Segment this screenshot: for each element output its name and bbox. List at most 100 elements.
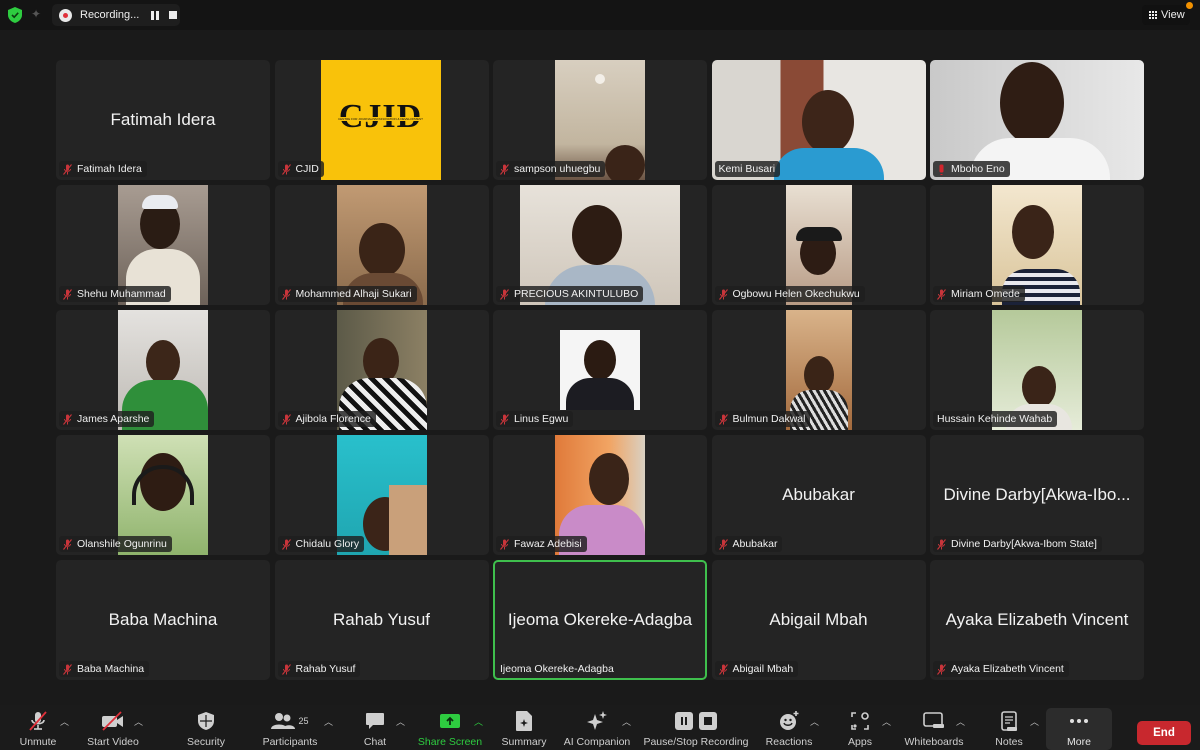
- unmute-button[interactable]: Unmute: [12, 705, 64, 750]
- participant-tile[interactable]: Ayaka Elizabeth Vincent Ayaka Elizabeth …: [930, 560, 1144, 680]
- mic-muted-icon: [718, 663, 728, 675]
- chat-options-caret[interactable]: ︿: [396, 715, 405, 728]
- participant-tile[interactable]: Bulmun Dakwal: [711, 310, 926, 430]
- notification-dot: [1186, 2, 1193, 9]
- reactions-options-caret[interactable]: ︿: [810, 715, 819, 728]
- apps-button[interactable]: Apps: [842, 705, 878, 750]
- more-dots-icon: [1069, 710, 1089, 732]
- participant-video: [560, 330, 640, 410]
- mic-muted-icon: [718, 288, 728, 300]
- video-options-caret[interactable]: ︿: [134, 715, 143, 728]
- grid-view-icon: [1148, 11, 1157, 20]
- participant-display-name: Abubakar: [782, 485, 855, 504]
- participant-tile[interactable]: Shehu Muhammad: [56, 185, 270, 305]
- participant-tile[interactable]: Mohammed Alhaji Sukari: [274, 185, 489, 305]
- mic-muted-icon: [937, 288, 946, 300]
- mic-muted-icon: [281, 288, 291, 300]
- participant-tile[interactable]: Linus Egwu: [493, 310, 707, 430]
- participant-display-name: Baba Machina: [108, 610, 218, 629]
- participant-name-label: Fatimah Idera: [59, 161, 147, 177]
- security-button[interactable]: Security: [180, 705, 232, 750]
- stop-recording-button[interactable]: [169, 11, 178, 19]
- participant-tile[interactable]: Ajibola Florence: [274, 310, 489, 430]
- mic-muted-icon: [718, 538, 728, 550]
- pause-stop-recording-button[interactable]: Pause/Stop Recording: [642, 705, 750, 750]
- share-options-caret[interactable]: ︿: [474, 715, 483, 728]
- ai-sparkle-icon[interactable]: ✦: [31, 8, 43, 20]
- mic-muted-icon: [63, 288, 72, 300]
- participant-name-label: Ayaka Elizabeth Vincent: [933, 661, 1069, 677]
- mic-muted-icon: [63, 538, 72, 550]
- participant-tile[interactable]: Miriam Omede: [930, 185, 1144, 305]
- participant-tile[interactable]: Mboho Eno: [930, 60, 1144, 180]
- notes-button[interactable]: Notes: [990, 705, 1028, 750]
- participant-tile[interactable]: Kemi Busari: [711, 60, 926, 180]
- participant-tile[interactable]: PRECIOUS AKINTULUBO: [493, 185, 707, 305]
- whiteboards-options-caret[interactable]: ︿: [956, 715, 965, 728]
- participants-options-caret[interactable]: ︿: [324, 715, 333, 728]
- reactions-button[interactable]: Reactions: [764, 705, 814, 750]
- encryption-shield-icon[interactable]: [8, 7, 22, 23]
- recording-indicator: Recording...: [52, 4, 180, 26]
- participant-name-label: Kemi Busari: [714, 161, 781, 177]
- summary-button[interactable]: Summary: [498, 705, 550, 750]
- participant-tile[interactable]: Abigail Mbah Abigail Mbah: [711, 560, 926, 680]
- participant-tile[interactable]: Hussain Kehinde Wahab: [930, 310, 1144, 430]
- participant-tile[interactable]: Olanshile Ogunrinu: [56, 435, 270, 555]
- mic-muted-icon: [500, 413, 509, 425]
- mic-muted-icon: [281, 413, 291, 425]
- more-button[interactable]: More: [1054, 705, 1104, 750]
- meeting-toolbar: Unmute ︿ Start Video ︿ Security 25 Parti…: [0, 705, 1200, 750]
- participant-display-name: Rahab Yusuf: [332, 610, 431, 629]
- participant-name-label: sampson uhuegbu: [496, 161, 606, 177]
- ai-companion-options-caret[interactable]: ︿: [622, 715, 631, 728]
- participant-tile[interactable]: Ogbowu Helen Okechukwu: [711, 185, 926, 305]
- participant-name-label: CJID: [277, 161, 324, 177]
- chat-button[interactable]: Chat: [356, 705, 394, 750]
- participant-display-name: Divine Darby[Akwa-Ibo...: [943, 485, 1131, 504]
- participant-tile[interactable]: Divine Darby[Akwa-Ibo... Divine Darby[Ak…: [930, 435, 1144, 555]
- participant-name-label: Mohammed Alhaji Sukari: [277, 286, 417, 302]
- recording-dot-icon: [59, 8, 72, 22]
- participant-tile[interactable]: Fatimah Idera Fatimah Idera: [56, 60, 270, 180]
- participant-tile[interactable]: James Aparshe: [56, 310, 270, 430]
- participant-gallery: Fatimah Idera Fatimah Idera CJID CENTRE …: [56, 60, 1144, 680]
- mic-muted-icon: [63, 413, 72, 425]
- participant-name-label: Olanshile Ogunrinu: [59, 536, 172, 552]
- participant-name-label: Rahab Yusuf: [277, 661, 361, 677]
- participant-tile[interactable]: CJID CENTRE FOR JOURNALISM INNOVATION & …: [274, 60, 489, 180]
- participant-tile[interactable]: Chidalu Glory: [274, 435, 489, 555]
- participant-name-label: Bulmun Dakwal: [714, 411, 811, 427]
- mic-muted-icon: [500, 538, 509, 550]
- participant-tile[interactable]: sampson uhuegbu: [493, 60, 707, 180]
- participant-name-label: Fawaz Adebisi: [496, 536, 587, 552]
- participant-name-label: PRECIOUS AKINTULUBO: [496, 286, 644, 302]
- participant-tile[interactable]: Fawaz Adebisi: [493, 435, 707, 555]
- mic-muted-icon: [937, 663, 946, 675]
- participant-name-label: James Aparshe: [59, 411, 155, 427]
- pause-recording-button[interactable]: [151, 10, 160, 20]
- participant-tile[interactable]: Abubakar Abubakar: [711, 435, 926, 555]
- cjid-logo-subtitle: CENTRE FOR JOURNALISM INNOVATION & DEVEL…: [332, 117, 429, 121]
- participant-tile[interactable]: Baba Machina Baba Machina: [56, 560, 270, 680]
- participant-tile[interactable]: Rahab Yusuf Rahab Yusuf: [274, 560, 489, 680]
- participant-name-label: Divine Darby[Akwa-Ibom State]: [933, 536, 1102, 552]
- participants-button[interactable]: 25 Participants: [258, 705, 322, 750]
- view-label: View: [1161, 9, 1185, 21]
- apps-options-caret[interactable]: ︿: [882, 715, 891, 728]
- participant-tile-active-speaker[interactable]: Ijeoma Okereke-Adagba Ijeoma Okereke-Ada…: [493, 560, 707, 680]
- participant-name-label: Abigail Mbah: [714, 661, 799, 677]
- end-meeting-button[interactable]: End: [1137, 721, 1191, 745]
- mic-speaking-icon: [937, 164, 946, 175]
- recording-label: Recording...: [80, 9, 140, 21]
- mic-muted-icon: [718, 413, 728, 425]
- mic-muted-icon: [63, 663, 72, 675]
- view-button[interactable]: View: [1142, 2, 1193, 25]
- security-shield-icon: [197, 710, 215, 732]
- notes-options-caret[interactable]: ︿: [1030, 715, 1039, 728]
- participant-display-name: Ijeoma Okereke-Adagba: [507, 610, 693, 629]
- participants-icon: 25: [271, 710, 309, 732]
- participant-display-name: Abigail Mbah: [769, 610, 868, 629]
- share-screen-icon: [439, 710, 461, 732]
- audio-options-caret[interactable]: ︿: [60, 715, 69, 728]
